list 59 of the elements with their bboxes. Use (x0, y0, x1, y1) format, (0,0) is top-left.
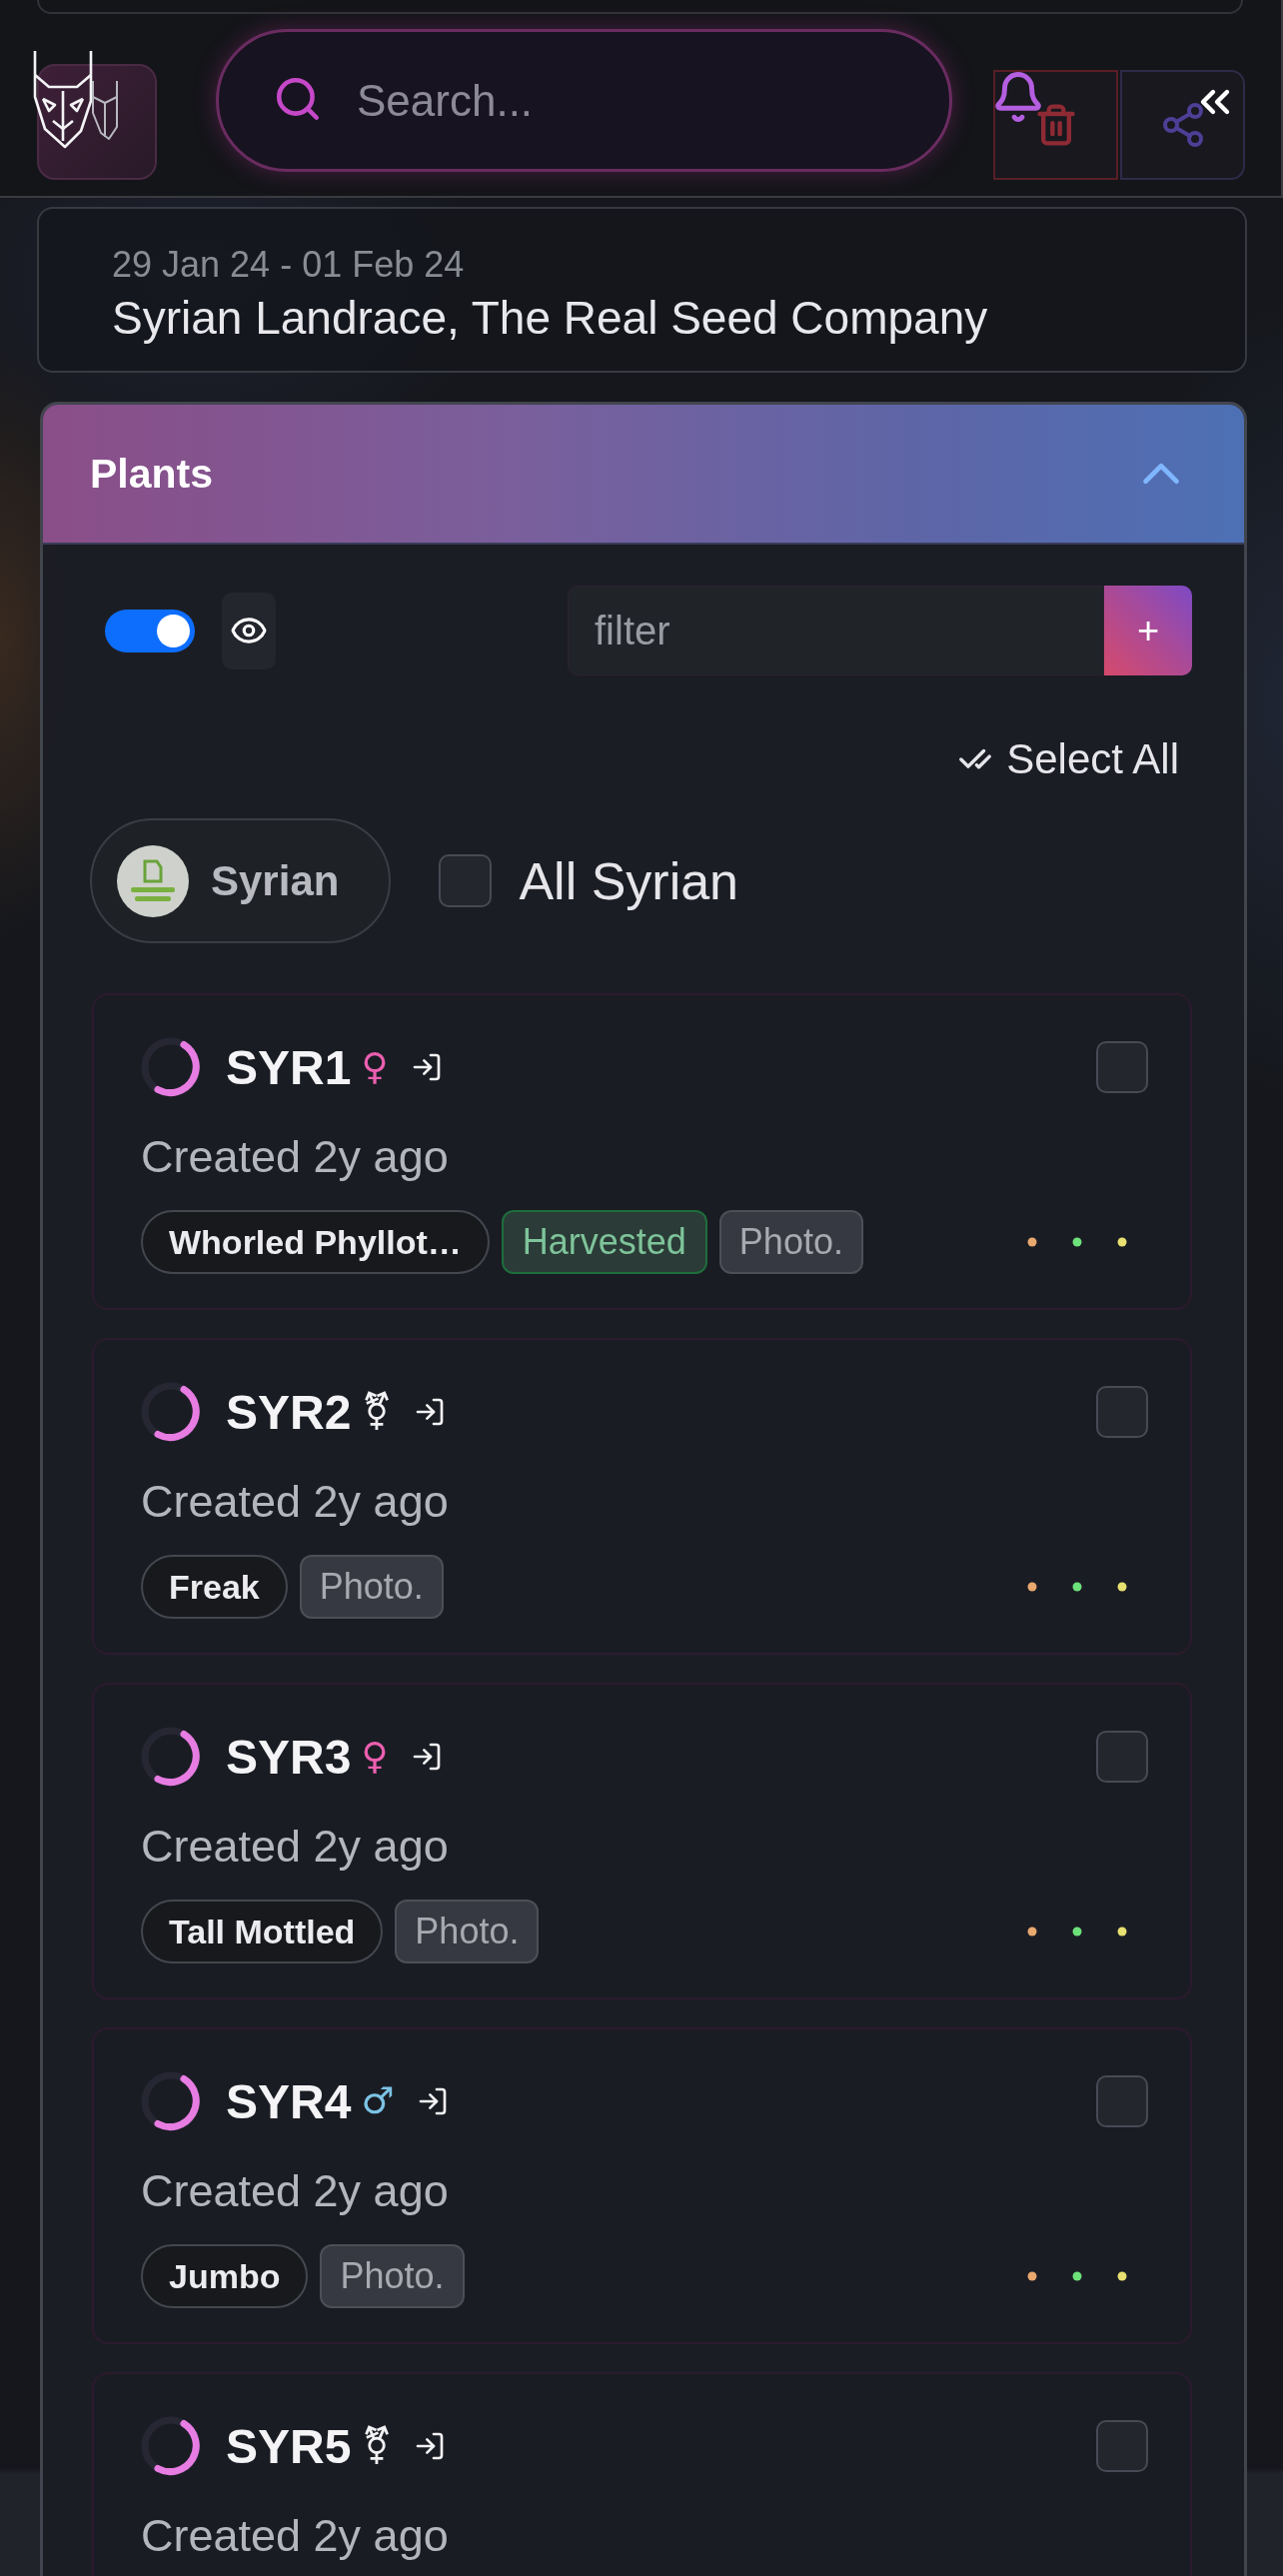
three-dots-icon[interactable] (1027, 1236, 1127, 1248)
strain-tag: Tall Mottled (141, 1900, 384, 1963)
checkbox[interactable] (1096, 2075, 1148, 2127)
eye-button[interactable] (222, 592, 276, 669)
checkbox[interactable] (1096, 1386, 1148, 1438)
strain-tag: Whorled Phyllot… (141, 1210, 490, 1274)
spinner-icon (141, 2071, 201, 2131)
plant-card[interactable]: SYR4 ♂ Created 2y ago Jumbo Photo. (92, 2027, 1192, 2344)
sex-symbol: ⚧ (361, 1390, 393, 1434)
checkbox[interactable] (1096, 2420, 1148, 2472)
accordion-header[interactable]: Plants (43, 405, 1244, 545)
plant-card[interactable]: SYR3 ♀ Created 2y ago Tall Mottled Photo. (92, 1683, 1192, 1999)
plant-name: SYR4 (226, 2073, 352, 2129)
three-dots-icon[interactable] (1027, 2270, 1127, 2282)
spinner-icon (141, 1382, 201, 1442)
created-text: Created 2y ago (141, 2509, 449, 2563)
created-text: Created 2y ago (141, 2164, 449, 2218)
plant-name: SYR1 (226, 1039, 352, 1095)
spinner-icon (141, 1727, 201, 1787)
plant-name: SYR5 (226, 2418, 352, 2474)
plant-name: SYR2 (226, 1384, 352, 1440)
strain-tag: Jumbo (141, 2244, 309, 2308)
spinner-icon (141, 2416, 201, 2476)
search-field[interactable]: Search... (216, 29, 952, 172)
plant-card[interactable]: SYR2 ⚧ Created 2y ago Freak Photo. (92, 1338, 1192, 1655)
plant-card[interactable]: SYR1 ♀ Created 2y ago Whorled Phyllot… Harvested Photo. (92, 993, 1192, 1310)
three-dots-icon[interactable] (1027, 1581, 1127, 1593)
created-text: Created 2y ago (141, 1475, 449, 1529)
logo-button[interactable] (37, 64, 157, 180)
add-button[interactable]: + (1104, 586, 1192, 675)
checkbox[interactable] (1096, 1731, 1148, 1783)
three-dots-icon[interactable] (1027, 1926, 1127, 1937)
sex-symbol: ♀ (361, 1045, 389, 1089)
toggle-switch[interactable] (105, 609, 195, 652)
status-tag: Harvested (501, 1210, 707, 1274)
plant-card[interactable]: SYR5 ⚧ Created 2y ago (92, 2372, 1192, 2576)
type-tag: Photo. (395, 1900, 540, 1963)
type-tag: Photo. (718, 1210, 863, 1274)
sex-symbol: ⚧ (361, 2424, 393, 2468)
checkbox[interactable] (1096, 1041, 1148, 1093)
checkbox[interactable] (439, 854, 493, 907)
sex-symbol: ♀ (361, 1735, 389, 1779)
strain-tag: Freak (141, 1555, 288, 1619)
logo-icon (117, 844, 189, 917)
filter-field[interactable]: filter (568, 586, 1104, 675)
checkbox-label: All Syrian (519, 850, 739, 911)
delete-button[interactable] (993, 70, 1118, 180)
created-text: Created 2y ago (141, 1130, 449, 1184)
batch-title: Syrian Landrace, The Real Seed Company (112, 291, 988, 345)
spinner-icon (141, 1037, 201, 1097)
created-text: Created 2y ago (141, 1820, 449, 1874)
sex-symbol: ♂ (361, 2079, 395, 2123)
type-tag: Photo. (320, 2244, 465, 2308)
select-all-button[interactable]: Select All (958, 734, 1179, 784)
date-range-text: 29 Jan 24 - 01 Feb 24 (112, 245, 465, 285)
type-tag: Photo. (299, 1555, 444, 1619)
group-chip[interactable]: Syrian (90, 818, 392, 943)
share-button[interactable] (1120, 70, 1245, 180)
plant-name: SYR3 (226, 1729, 352, 1785)
